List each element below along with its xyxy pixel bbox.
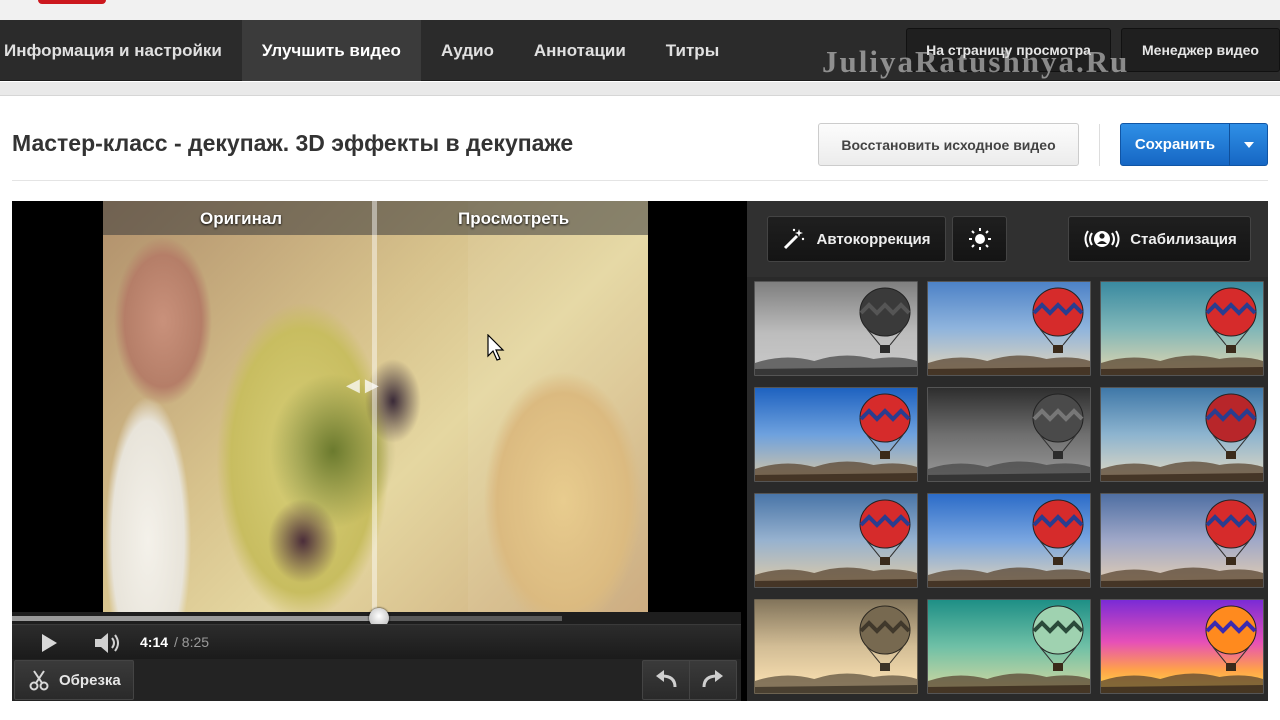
stabilize-label: Стабилизация [1130, 230, 1237, 248]
header-divider [1099, 124, 1100, 166]
balloon-icon [859, 605, 911, 671]
balloon-icon [1032, 287, 1084, 353]
redo-icon [702, 670, 723, 688]
editor-navbar: Информация и настройки Улучшить видео Ау… [0, 20, 1280, 81]
stabilize-icon [1084, 230, 1120, 248]
balloon-icon [1205, 287, 1257, 353]
balloon-icon [1032, 499, 1084, 565]
edit-toolbar: Обрезка [12, 659, 741, 701]
undo-icon [656, 670, 677, 688]
filter-thumbnail[interactable] [1100, 493, 1264, 588]
tab-info-settings[interactable]: Информация и настройки [0, 20, 242, 81]
brightness-button[interactable] [952, 216, 1007, 262]
chevron-down-icon [1243, 141, 1254, 148]
filters-panel: Автокоррекция Стабилизация [747, 201, 1268, 701]
tab-audio[interactable]: Аудио [421, 20, 514, 81]
balloon-icon [859, 499, 911, 565]
play-icon[interactable] [36, 631, 62, 655]
editor-tabs: Информация и настройки Улучшить видео Ау… [0, 20, 739, 81]
filter-thumbnail[interactable] [754, 493, 918, 588]
trim-button[interactable]: Обрезка [14, 660, 134, 700]
divider-arrows-icon: ◀ ▶ [346, 375, 379, 395]
undo-button[interactable] [642, 660, 690, 700]
restore-original-button[interactable]: Восстановить исходное видео [818, 123, 1079, 166]
filter-thumbnail[interactable] [1100, 281, 1264, 376]
filter-thumbnail[interactable] [1100, 387, 1264, 482]
header-separator [12, 180, 1268, 181]
page-title: Мастер-класс - декупаж. 3D эффекты в дек… [12, 130, 574, 156]
filter-thumbnail[interactable] [754, 281, 918, 376]
filter-thumbnail[interactable] [754, 387, 918, 482]
autocorrect-button[interactable]: Автокоррекция [767, 216, 946, 262]
magic-wand-icon [784, 228, 805, 250]
video-manager-button[interactable]: Менеджер видео [1121, 28, 1280, 72]
filter-thumbnail[interactable] [927, 599, 1091, 694]
balloon-icon [1205, 605, 1257, 671]
enhancement-toolbar: Автокоррекция Стабилизация [747, 201, 1268, 277]
tab-captions[interactable]: Титры [646, 20, 739, 81]
scissors-icon [29, 670, 49, 691]
redo-button[interactable] [689, 660, 737, 700]
filter-thumbnail[interactable] [927, 281, 1091, 376]
sun-icon [968, 228, 991, 250]
preview-label: Просмотреть [458, 209, 570, 228]
filter-thumbnail[interactable] [927, 387, 1091, 482]
compare-divider-handle[interactable] [372, 201, 377, 612]
filter-thumbnail[interactable] [927, 493, 1091, 588]
time-total: / 8:25 [174, 634, 210, 650]
balloon-icon [859, 287, 911, 353]
balloon-icon [1032, 605, 1084, 671]
sub-bar [0, 82, 1280, 96]
filter-thumbnail-grid [754, 281, 1264, 694]
player-controls: 4:14 / 8:25 [12, 624, 741, 659]
save-button[interactable]: Сохранить [1120, 123, 1230, 166]
volume-icon[interactable] [92, 630, 124, 656]
video-player[interactable]: Оригинал Просмотреть ◀ ▶ [12, 201, 741, 612]
autocorrect-label: Автокоррекция [816, 230, 931, 248]
trim-label: Обрезка [59, 671, 121, 689]
balloon-icon [1205, 393, 1257, 459]
filter-thumbnail[interactable] [1100, 599, 1264, 694]
top-strip [0, 0, 1280, 20]
balloon-icon [859, 393, 911, 459]
youtube-logo[interactable] [38, 0, 106, 4]
original-label: Оригинал [200, 209, 283, 228]
mouse-cursor-icon [487, 334, 505, 361]
stabilize-button[interactable]: Стабилизация [1068, 216, 1251, 262]
preview-half [468, 201, 648, 612]
video-editor: Оригинал Просмотреть ◀ ▶ 4:14 / 8:25 Обр… [12, 201, 1268, 701]
progress-bar[interactable] [12, 608, 741, 628]
balloon-icon [1205, 499, 1257, 565]
progress-played [12, 616, 379, 621]
watch-page-button[interactable]: На страницу просмотра [906, 28, 1111, 72]
tab-enhancements[interactable]: Улучшить видео [241, 20, 421, 81]
tab-annotations[interactable]: Аннотации [514, 20, 646, 81]
time-current: 4:14 [140, 634, 169, 650]
balloon-icon [1032, 393, 1084, 459]
save-dropdown-button[interactable] [1229, 123, 1268, 166]
filter-thumbnail[interactable] [754, 599, 918, 694]
